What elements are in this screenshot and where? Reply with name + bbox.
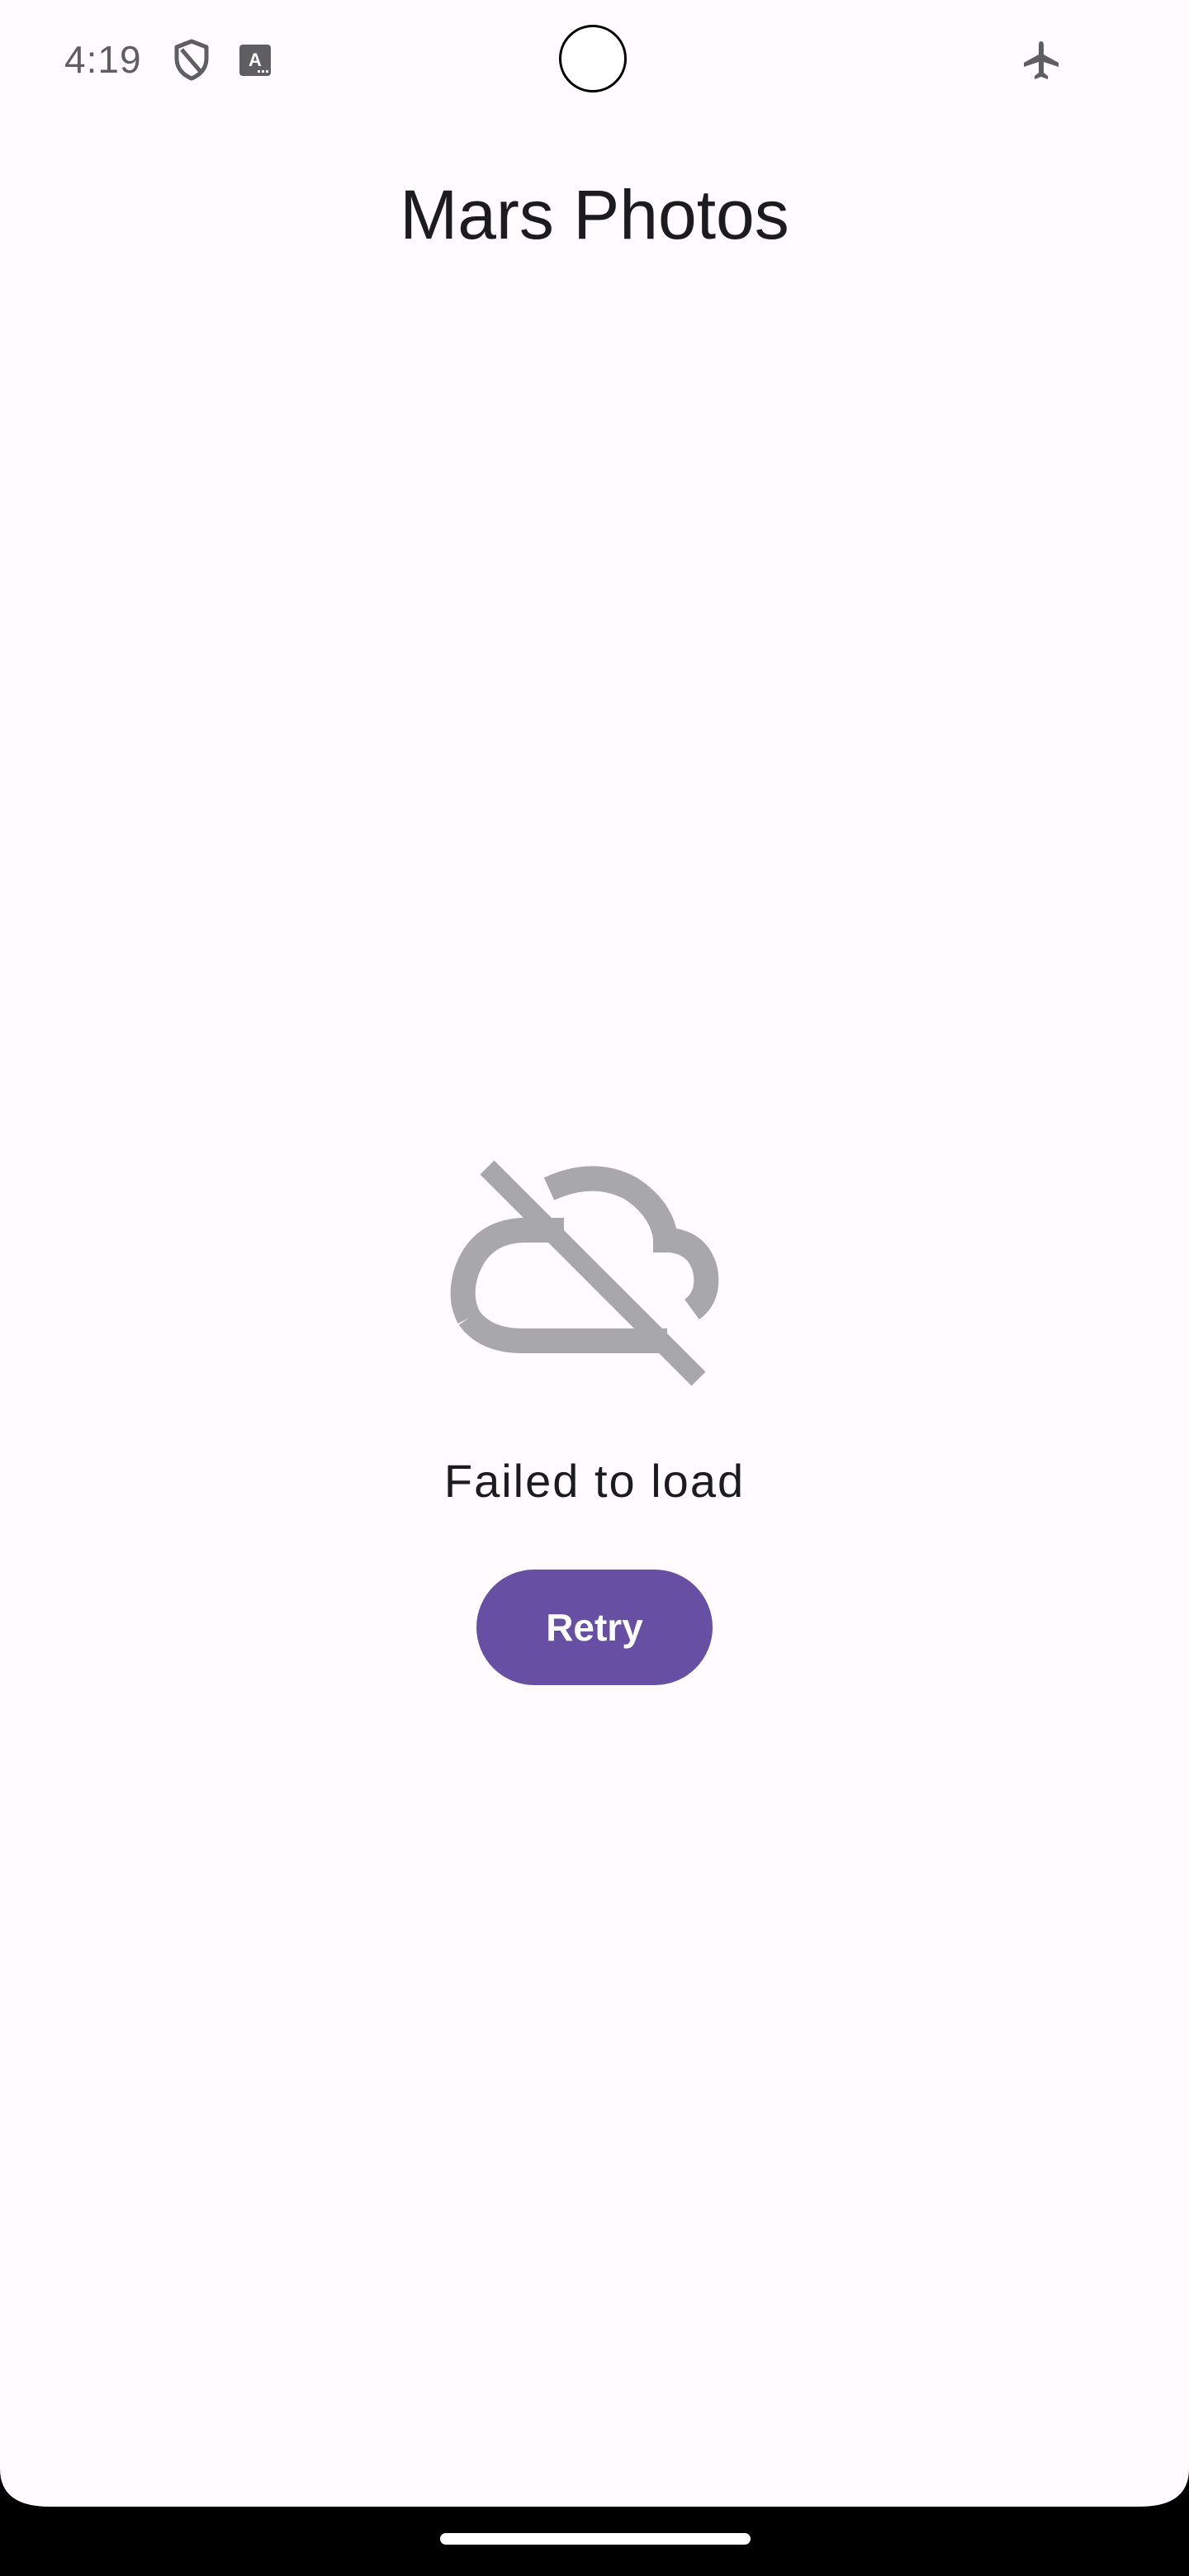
camera-cutout [559,25,627,92]
error-message: Failed to load [443,1455,746,1507]
status-time: 4:19 [64,38,142,81]
home-indicator[interactable] [440,2533,751,2545]
app-title: Mars Photos [400,176,789,253]
shield-icon [174,39,209,81]
status-bar: 4:19 A [0,0,1189,124]
retry-button[interactable]: Retry [476,1570,713,1685]
keyboard-a-icon: A [239,45,271,76]
svg-text:A: A [249,50,262,70]
cloud-off-icon [450,1160,719,1386]
airplane-mode-icon [1024,41,1059,79]
